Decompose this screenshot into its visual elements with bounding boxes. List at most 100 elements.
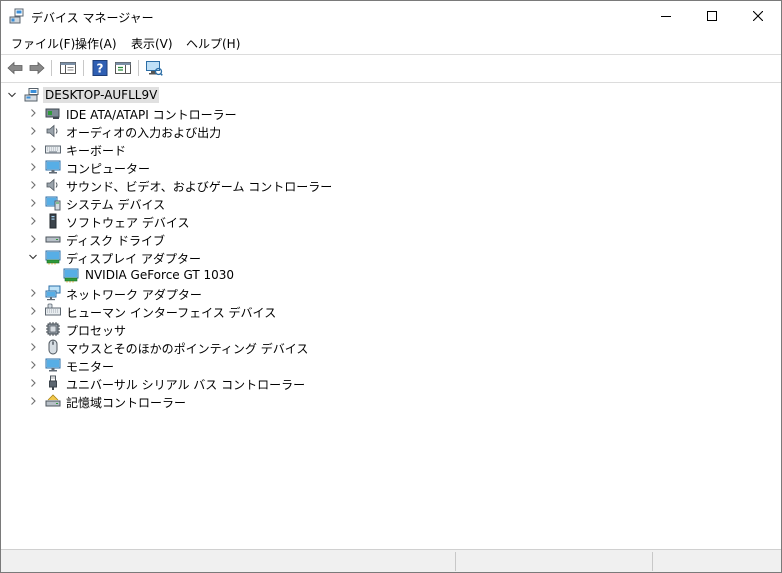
menu-item[interactable]: ファイル(F) <box>11 35 75 52</box>
show-hide-console-tree-button[interactable] <box>59 59 77 77</box>
tree-item-label: ネットワーク アダプター <box>66 288 202 302</box>
status-bar-divider <box>652 552 653 571</box>
toolbar-separator <box>138 60 139 76</box>
tree-category-item[interactable]: サウンド、ビデオ、およびゲーム コントローラー <box>1 176 761 194</box>
tree-category-item[interactable]: ネットワーク アダプター <box>1 284 761 302</box>
status-bar-divider <box>455 552 456 571</box>
action-pane-icon <box>115 62 131 74</box>
tree-category-item[interactable]: プロセッサ <box>1 320 761 338</box>
storage-controller-icon <box>45 393 61 409</box>
hid-icon <box>45 303 61 319</box>
chevron-right-icon[interactable] <box>28 341 38 353</box>
tree-category-item[interactable]: コンピューター <box>1 158 761 176</box>
toolbar: ? <box>1 54 781 83</box>
help-icon: ? <box>92 60 108 76</box>
menu-bar: ファイル(F) 操作(A) 表示(V) ヘルプ(H) <box>1 31 781 53</box>
tree-category-item[interactable]: キーボード <box>1 140 761 158</box>
tree-category-item[interactable]: オーディオの入力および出力 <box>1 122 761 140</box>
chevron-right-icon[interactable] <box>28 305 38 317</box>
processor-icon <box>45 321 61 337</box>
tree-category-item[interactable]: ヒューマン インターフェイス デバイス <box>1 302 761 320</box>
tree-item-label: サウンド、ビデオ、およびゲーム コントローラー <box>66 180 333 194</box>
tree-item-label: IDE ATA/ATAPI コントローラー <box>66 108 237 122</box>
ide-controller-icon <box>45 105 61 121</box>
tree-category-item[interactable]: ユニバーサル シリアル バス コントローラー <box>1 374 761 392</box>
close-button[interactable] <box>735 1 781 31</box>
tree-item-label: ディスク ドライブ <box>66 234 165 248</box>
action-pane-button[interactable] <box>114 59 132 77</box>
chevron-right-icon[interactable] <box>28 107 38 119</box>
toolbar-separator <box>51 60 52 76</box>
tree-item-label: DESKTOP-AUFLL9V <box>43 87 160 103</box>
status-bar <box>1 549 781 572</box>
tree-category-item[interactable]: マウスとそのほかのポインティング デバイス <box>1 338 761 356</box>
minimize-button[interactable] <box>643 1 689 31</box>
maximize-button[interactable] <box>689 1 735 31</box>
disk-drive-icon <box>45 231 61 247</box>
maximize-icon <box>707 11 717 21</box>
tree-item-label: マウスとそのほかのポインティング デバイス <box>66 342 309 356</box>
tree-category-item[interactable]: ソフトウェア デバイス <box>1 212 761 230</box>
chevron-down-icon[interactable] <box>7 89 17 101</box>
tree-item-label: ヒューマン インターフェイス デバイス <box>66 306 277 320</box>
back-button[interactable] <box>6 59 24 77</box>
tree-device-item[interactable]: NVIDIA GeForce GT 1030 <box>1 266 761 284</box>
tree-category-item[interactable]: システム デバイス <box>1 194 761 212</box>
title-bar[interactable]: デバイス マネージャー <box>1 1 781 31</box>
chevron-right-icon[interactable] <box>28 161 38 173</box>
tree-category-item[interactable]: ディスク ドライブ <box>1 230 761 248</box>
software-device-icon <box>45 213 61 229</box>
tree-item-label: システム デバイス <box>66 198 166 212</box>
device-tree: DESKTOP-AUFLL9V IDE ATA/ATAPI コントローラー オーディ… <box>1 83 781 547</box>
close-icon <box>753 11 763 21</box>
tree-item-label: キーボード <box>66 144 127 158</box>
scan-hardware-changes-button[interactable] <box>145 59 163 77</box>
system-device-icon <box>45 195 61 211</box>
speaker-icon <box>45 177 61 193</box>
display-adapter-icon <box>63 267 79 283</box>
scan-monitor-icon <box>146 61 163 76</box>
device-manager-icon <box>9 8 25 24</box>
network-adapter-icon <box>45 285 61 301</box>
forward-arrow-icon <box>29 61 45 75</box>
monitor-icon <box>45 357 61 373</box>
minimize-icon <box>661 16 671 17</box>
chevron-right-icon[interactable] <box>28 215 38 227</box>
tree-item-label: コンピューター <box>66 162 151 176</box>
window-title: デバイス マネージャー <box>31 11 154 25</box>
chevron-right-icon[interactable] <box>28 233 38 245</box>
console-tree-icon <box>60 62 76 74</box>
help-button[interactable]: ? <box>91 59 109 77</box>
tree-item-label: ソフトウェア デバイス <box>66 216 190 230</box>
chevron-right-icon[interactable] <box>28 395 38 407</box>
chevron-right-icon[interactable] <box>28 287 38 299</box>
tree-item-label: ディスプレイ アダプター <box>66 252 201 266</box>
monitor-icon <box>45 159 61 175</box>
toolbar-separator <box>83 60 84 76</box>
chevron-right-icon[interactable] <box>28 359 38 371</box>
display-adapter-icon <box>45 249 61 265</box>
chevron-down-icon[interactable] <box>28 251 38 263</box>
chevron-right-icon[interactable] <box>28 143 38 155</box>
chevron-right-icon[interactable] <box>28 197 38 209</box>
back-arrow-icon <box>7 61 23 75</box>
tree-category-item[interactable]: 記憶域コントローラー <box>1 392 761 410</box>
tree-root-item[interactable]: DESKTOP-AUFLL9V <box>1 86 761 104</box>
chevron-right-icon[interactable] <box>28 179 38 191</box>
chevron-right-icon[interactable] <box>28 323 38 335</box>
tree-category-item[interactable]: IDE ATA/ATAPI コントローラー <box>1 104 761 122</box>
menu-item[interactable]: 操作(A) <box>75 35 117 52</box>
tree-category-item[interactable]: モニター <box>1 356 761 374</box>
usb-icon <box>45 375 61 391</box>
forward-button[interactable] <box>28 59 46 77</box>
keyboard-icon <box>45 141 61 157</box>
menu-item[interactable]: 表示(V) <box>131 35 173 52</box>
chevron-right-icon[interactable] <box>28 125 38 137</box>
tree-category-item[interactable]: ディスプレイ アダプター <box>1 248 761 266</box>
chevron-right-icon[interactable] <box>28 377 38 389</box>
svg-text:?: ? <box>97 62 104 76</box>
tree-item-label: NVIDIA GeForce GT 1030 <box>85 268 235 282</box>
menu-item[interactable]: ヘルプ(H) <box>186 35 240 52</box>
computer-icon <box>24 87 40 103</box>
mouse-icon <box>45 339 61 355</box>
